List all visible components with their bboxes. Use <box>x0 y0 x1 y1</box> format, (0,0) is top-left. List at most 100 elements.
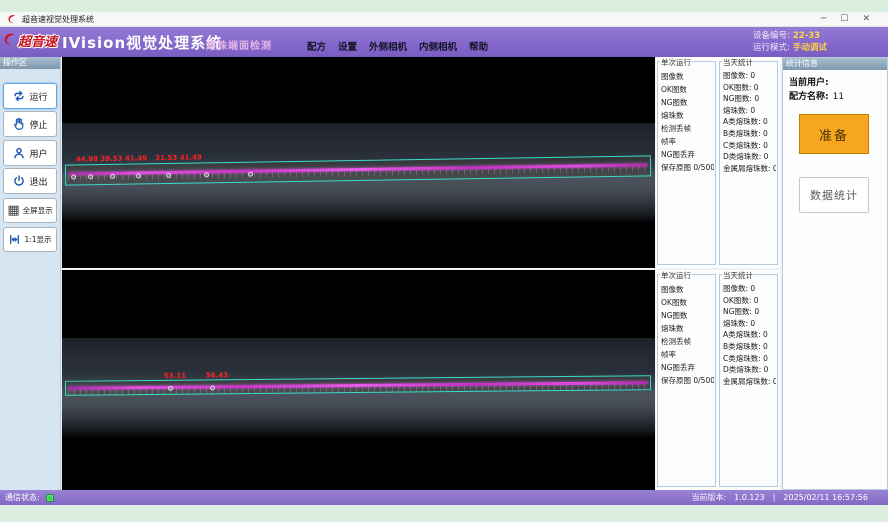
stat-row: OK图数 <box>661 296 714 309</box>
stat-row: D类熔珠数: 0 <box>723 364 776 376</box>
user-button-label: 用户 <box>29 147 47 160</box>
fullscreen-button[interactable]: ▦ 全屏显示 <box>3 198 57 223</box>
menu-help[interactable]: 帮助 <box>469 39 488 53</box>
minimize-icon[interactable]: ─ <box>821 12 826 27</box>
current-user-row: 当前用户: <box>789 75 833 88</box>
stat-row: D类熔珠数: 0 <box>723 151 776 163</box>
user-icon <box>12 146 26 160</box>
maximize-icon[interactable]: ☐ <box>840 12 848 27</box>
stat-row: 熔珠数: 0 <box>723 318 776 330</box>
ready-button[interactable]: 准备 <box>799 114 869 154</box>
stat-row: 熔珠数 <box>661 109 714 122</box>
annotation-value: 44.98 39.53 41.49 <box>76 154 147 163</box>
daily-stats-title: 当天统计 <box>722 57 754 68</box>
measurement-annotations-1: 44.98 39.53 41.49 31.53 41.49 <box>76 153 202 163</box>
exit-button[interactable]: 退出 <box>3 168 57 194</box>
brand-name: 超音速 <box>18 31 57 50</box>
data-statistics-button[interactable]: 数据统计 <box>799 177 869 213</box>
stat-row: 金属屑熔珠数: 0 <box>723 376 776 388</box>
annotation-value: 31.53 41.49 <box>155 153 202 162</box>
stat-row: 检测丢帧 <box>661 335 714 348</box>
stat-row: OK图数: 0 <box>723 82 776 94</box>
stop-hand-icon <box>12 117 26 131</box>
save-image-row: 保存原图 0/500 <box>661 374 714 387</box>
camera-view-2: 53.11 56.43 <box>62 270 655 490</box>
stat-row: B类熔珠数: 0 <box>723 341 776 353</box>
device-info: 设备编号:22-33 运行模式:手动调试 <box>753 30 827 54</box>
one-to-one-button[interactable]: 1:1显示 <box>3 227 57 252</box>
version-value: 1.0.123 <box>734 493 765 502</box>
stat-row: OK图数: 0 <box>723 295 776 307</box>
sync-cycle-icon <box>12 89 26 103</box>
stat-row: 帧率 <box>661 135 714 148</box>
single-run-group: 单次运行 图像数 OK图数 NG图数 熔珠数 检测丢帧 帧率 NG图丢弃 保存原… <box>657 274 716 487</box>
exit-button-label: 退出 <box>29 175 47 188</box>
main-menu: 配方 设置 外侧相机 内侧相机 帮助 <box>307 39 488 53</box>
menu-recipe[interactable]: 配方 <box>307 39 326 53</box>
stat-row: 帧率 <box>661 348 714 361</box>
stat-row: NG图数 <box>661 309 714 322</box>
one-to-one-icon <box>8 233 21 246</box>
brand-logo: 超音速 <box>2 29 57 51</box>
stat-row: 检测丢帧 <box>661 122 714 135</box>
app-logo-icon <box>6 14 18 25</box>
menu-inner-camera[interactable]: 内侧相机 <box>419 39 457 53</box>
application-window: 超音速视觉处理系统 ─ ☐ ✕ 超音速 IVision视觉处理系统 熔珠端面检测… <box>0 0 888 522</box>
stat-row: NG图丢弃 <box>661 148 714 161</box>
comm-status-label: 通信状态: <box>5 492 40 503</box>
device-no-value: 22-33 <box>793 31 820 41</box>
current-user-label: 当前用户: <box>789 78 829 88</box>
stat-row: OK图数 <box>661 83 714 96</box>
stat-row: A类熔珠数: 0 <box>723 116 776 128</box>
stop-button[interactable]: 停止 <box>3 111 57 137</box>
daily-stats-group: 当天统计 图像数: 0 OK图数: 0 NG图数: 0 熔珠数: 0 A类熔珠数… <box>719 274 778 487</box>
run-mode-label: 运行模式: <box>753 43 790 53</box>
info-panel-title: 统计信息 <box>783 58 887 70</box>
single-run-title: 单次运行 <box>660 270 692 281</box>
measurement-annotations-2: 53.11 <box>164 372 186 380</box>
daily-stats-group: 当天统计 图像数: 0 OK图数: 0 NG图数: 0 熔珠数: 0 A类熔珠数… <box>719 61 778 265</box>
stat-row: 熔珠数 <box>661 322 714 335</box>
window-title: 超音速视觉处理系统 <box>22 14 94 25</box>
stop-button-label: 停止 <box>29 118 47 131</box>
daily-stats-title: 当天统计 <box>722 270 754 281</box>
measurement-annotations-2b: 56.43 <box>206 371 228 379</box>
single-run-group: 单次运行 图像数 OK图数 NG图数 熔珠数 检测丢帧 帧率 NG图丢弃 保存原… <box>657 61 716 265</box>
stat-row: NG图数 <box>661 96 714 109</box>
datetime-value: 2025/02/11 16:57:56 <box>783 493 868 502</box>
stat-row: 图像数 <box>661 283 714 296</box>
fullscreen-grid-icon: ▦ <box>7 204 19 217</box>
app-header: 超音速 IVision视觉处理系统 熔珠端面检测 配方 设置 外侧相机 内侧相机… <box>0 27 888 57</box>
stat-row: 图像数 <box>661 70 714 83</box>
recipe-name-row: 配方名称: 11 <box>789 89 844 102</box>
close-icon[interactable]: ✕ <box>862 12 870 27</box>
run-mode-value: 手动调试 <box>793 43 827 53</box>
single-run-title: 单次运行 <box>660 57 692 68</box>
stat-row: 金属屑熔珠数: 0 <box>723 163 776 175</box>
annotation-value: 53.11 <box>164 372 186 380</box>
menu-settings[interactable]: 设置 <box>338 39 357 53</box>
stat-row: NG图数: 0 <box>723 306 776 318</box>
sidebar-title: 操作区 <box>0 57 60 69</box>
run-button[interactable]: 运行 <box>3 83 57 109</box>
stat-row: NG图丢弃 <box>661 361 714 374</box>
user-button[interactable]: 用户 <box>3 140 57 166</box>
stat-row: NG图数: 0 <box>723 93 776 105</box>
recipe-name-label: 配方名称: <box>789 92 829 102</box>
recipe-name-value: 11 <box>833 92 844 102</box>
run-button-label: 运行 <box>29 90 47 103</box>
stat-row: C类熔珠数: 0 <box>723 140 776 152</box>
statistics-info-panel: 统计信息 当前用户: 配方名称: 11 准备 数据统计 <box>782 57 888 490</box>
fullscreen-button-label: 全屏显示 <box>23 205 53 216</box>
version-datetime: 当前版本: 1.0.123 | 2025/02/11 16:57:56 <box>691 490 868 505</box>
menu-outer-camera[interactable]: 外侧相机 <box>369 39 407 53</box>
one-to-one-button-label: 1:1显示 <box>24 234 51 245</box>
stat-row: B类熔珠数: 0 <box>723 128 776 140</box>
camera-view-1: 44.98 39.53 41.49 31.53 41.49 <box>62 57 655 268</box>
stats-panel-2: 单次运行 图像数 OK图数 NG图数 熔珠数 检测丢帧 帧率 NG图丢弃 保存原… <box>656 270 780 490</box>
comm-status-indicator <box>46 494 54 502</box>
status-bar: 通信状态: 当前版本: 1.0.123 | 2025/02/11 16:57:5… <box>0 490 888 505</box>
stat-row: A类熔珠数: 0 <box>723 329 776 341</box>
stat-row: 熔珠数: 0 <box>723 105 776 117</box>
app-subtitle: 熔珠端面检测 <box>206 37 272 52</box>
